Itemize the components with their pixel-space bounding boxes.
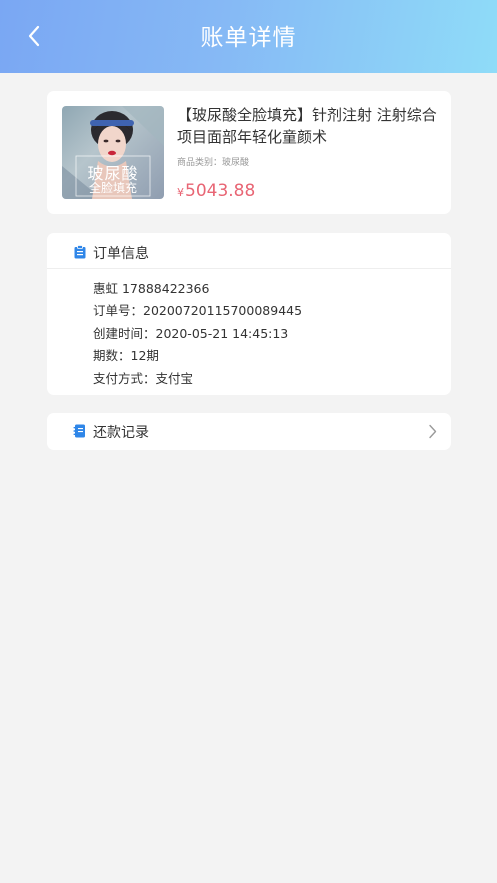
created-time: 创建时间：2020-05-21 14:45:13: [93, 326, 289, 341]
order-info-title: 订单信息: [93, 246, 149, 262]
price-value: 5043.88: [185, 181, 256, 201]
product-card[interactable]: 玻尿酸 全脸填充 【玻尿酸全脸填充】针剂注射 注射综合项目面部年轻化童颜术 商品…: [47, 91, 451, 214]
chevron-right-icon: [429, 424, 437, 439]
currency-symbol: ¥: [177, 186, 184, 199]
order-info-card: 订单信息 惠虹 17888422366 订单号：2020072011570008…: [47, 233, 451, 395]
product-category: 商品类别：玻尿酸: [177, 158, 250, 168]
payment-method: 支付方式：支付宝: [93, 371, 194, 386]
order-info-header: 订单信息: [47, 233, 451, 269]
record-icon: [73, 424, 85, 438]
repayment-record-label: 还款记录: [93, 425, 149, 441]
customer-info: 惠虹 17888422366: [93, 281, 210, 296]
repayment-record-row[interactable]: 还款记录: [47, 413, 451, 450]
product-image-subcaption: 全脸填充: [88, 181, 137, 195]
product-title: 【玻尿酸全脸填充】针剂注射 注射综合项目面部年轻化童颜术: [177, 106, 437, 146]
product-price: ¥5043.88: [177, 181, 255, 201]
installment-count: 期数：12期: [93, 348, 159, 363]
order-number: 订单号：20200720115700089445: [93, 303, 303, 318]
page-title: 账单详情: [200, 25, 297, 51]
product-image: 玻尿酸 全脸填充: [62, 106, 164, 199]
header-bar: 账单详情: [0, 0, 497, 73]
clipboard-icon: [74, 245, 86, 259]
